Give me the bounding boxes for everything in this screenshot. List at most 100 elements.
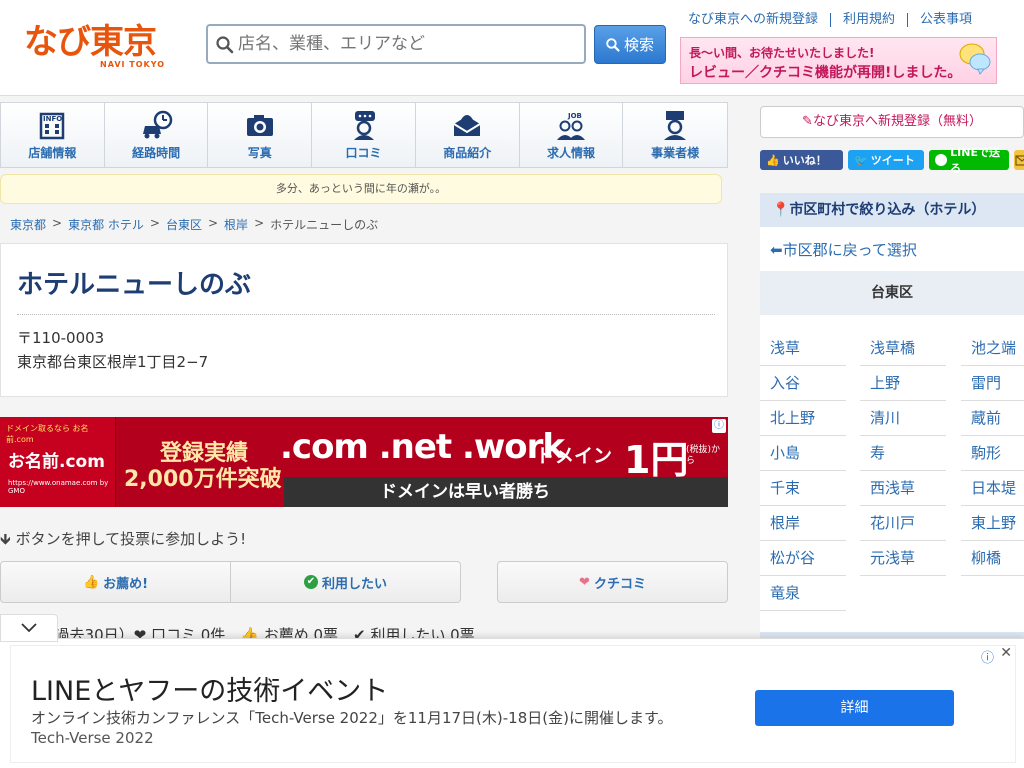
ad-record-count: 2,000万件突破 [124, 467, 282, 492]
tab-photos[interactable]: 写真 [208, 103, 313, 167]
check-circle-icon: ✔ [303, 575, 318, 589]
ad-info-icon[interactable]: ⓘ [712, 419, 726, 433]
back-to-district-link[interactable]: ⬅市区郡に戻って選択 [770, 239, 917, 260]
tab-reviews[interactable]: 口コミ [312, 103, 416, 167]
breadcrumb-negishi[interactable]: 根岸 [224, 216, 248, 233]
ad-price: 1円 [624, 438, 689, 482]
review-button[interactable]: ❤ クチコミ [497, 561, 728, 603]
area-link-kitaueno[interactable]: 北上野 [760, 401, 846, 436]
logo-text: なび東京 [24, 22, 157, 62]
area-link-matsugaya[interactable]: 松が谷 [760, 541, 846, 576]
area-link-asakusa[interactable]: 浅草 [760, 331, 846, 366]
area-link-iriya[interactable]: 入谷 [760, 366, 846, 401]
twitter-bird-icon: 🐦 [854, 153, 868, 167]
tab-route-time[interactable]: 経路時間 [105, 103, 209, 167]
breadcrumb-taito[interactable]: 台東区 [166, 216, 202, 233]
area-link-ueno[interactable]: 上野 [860, 366, 946, 401]
ad-brand-url: https://www.onamae.com by GMO [8, 479, 115, 495]
facebook-like-button[interactable]: 👍 いいね！ [760, 150, 843, 170]
bottom-anchor-ad[interactable]: LINEとヤフーの技術イベント オンライン技術カンファレンス「Tech-Vers… [0, 638, 1024, 768]
store-nav: INFO 店舗情報 経路時間 写真 口コミ 商品紹介 JOB 求人情報 事業者様 [0, 102, 728, 168]
area-link-yanagibashi[interactable]: 柳橋 [961, 541, 1024, 576]
mail-share-button[interactable] [1014, 150, 1024, 170]
area-link-nihonzutsumi[interactable]: 日本堤 [961, 471, 1024, 506]
person-chat-icon [353, 111, 375, 140]
area-link-kaminarimon[interactable]: 雷門 [961, 366, 1024, 401]
area-link-ryusen[interactable]: 竜泉 [760, 576, 846, 611]
area-link-kuramae[interactable]: 蔵前 [961, 401, 1024, 436]
want-to-use-button[interactable]: ✔ 利用したい [230, 561, 461, 603]
area-link-kiyokawa[interactable]: 清川 [860, 401, 946, 436]
ad-source: Tech-Verse 2022 [31, 729, 154, 747]
link-terms[interactable]: 利用規約 [831, 13, 909, 27]
area-filter-title: 市区町村で絞り込み（ホテル） [789, 202, 986, 218]
mail-icon [1015, 155, 1024, 166]
tab-label: 求人情報 [546, 146, 595, 160]
recommend-button[interactable]: 👍 お薦め! [0, 561, 231, 603]
search-icon [216, 36, 234, 54]
tab-label: 口コミ [345, 146, 382, 160]
logo-subtext: NAVI TOKYO [100, 60, 166, 69]
info-building-icon: INFO [40, 112, 65, 140]
ad-tagline: ドメインは早い者勝ち [284, 477, 728, 507]
ad-description: オンライン技術カンファレンス「Tech-Verse 2022」を11月17日(木… [31, 709, 673, 727]
breadcrumb-separator: > [149, 216, 160, 230]
review-banner-line1: 長〜い間、お待たせいたしました! [689, 46, 875, 60]
search-input[interactable] [238, 30, 578, 58]
tab-label: 事業者様 [651, 146, 700, 160]
ad-details-button[interactable]: 詳細 [755, 690, 954, 726]
area-link-senzoku[interactable]: 千束 [760, 471, 846, 506]
search-button[interactable]: 検索 [594, 25, 666, 64]
chevron-down-icon [21, 623, 37, 633]
tab-label: 店舗情報 [28, 146, 77, 160]
breadcrumb-tokyo-hotel[interactable]: 東京都 ホテル [68, 216, 144, 233]
area-link-kojima[interactable]: 小島 [760, 436, 846, 471]
search-icon [606, 37, 620, 52]
area-link-motoasakusa[interactable]: 元浅草 [860, 541, 946, 576]
tab-label: 経路時間 [132, 146, 181, 160]
domain-ad-banner[interactable]: ドメイン取るなら お名前.com お名前.com https://www.ona… [0, 417, 728, 507]
ad-title[interactable]: LINEとヤフーの技術イベント [31, 669, 388, 708]
svg-text:INFO: INFO [43, 115, 62, 123]
area-filter-header: 📍市区町村で絞り込み（ホテル） [760, 193, 1024, 227]
svg-text:JOB: JOB [567, 112, 582, 120]
speech-bubble-icon [959, 43, 991, 75]
ad-brand-name: お名前.com [8, 452, 105, 472]
area-filter-panel: 📍市区町村で絞り込み（ホテル） ⬅市区郡に戻って選択 台東区 浅草 浅草橋 池之… [760, 193, 1024, 643]
link-disclosure[interactable]: 公表事項 [908, 13, 972, 27]
thumbs-up-icon: 👍 [82, 574, 100, 590]
line-icon [935, 154, 948, 166]
twitter-tweet-button[interactable]: 🐦 ツイート [848, 150, 924, 170]
area-link-nishiasakusa[interactable]: 西浅草 [860, 471, 946, 506]
area-link-kotobuki[interactable]: 寿 [860, 436, 946, 471]
link-register[interactable]: なび東京への新規登録 [680, 13, 832, 27]
address: 東京都台東区根岸1丁目2−7 [17, 353, 209, 371]
tab-jobs[interactable]: JOB 求人情報 [520, 103, 624, 167]
area-link-negishi[interactable]: 根岸 [760, 506, 846, 541]
site-logo[interactable]: なび東京 NAVI TOKYO [24, 22, 174, 74]
ad-brand-block: ドメイン取るなら お名前.com お名前.com https://www.ona… [0, 417, 116, 507]
shop-owner-icon [664, 111, 687, 140]
collapse-ad-button[interactable] [0, 614, 58, 642]
sidebar-register-button[interactable]: ✎なび東京へ新規登録（無料） [760, 106, 1024, 138]
vote-hint: 🡻 ボタンを押して投票に参加しよう! [0, 528, 246, 554]
line-share-button[interactable]: LINEで送る [929, 146, 1009, 175]
area-link-hanakawado[interactable]: 花川戸 [860, 506, 946, 541]
area-link-ikenohata[interactable]: 池之端 [961, 331, 1024, 366]
ad-domain-word: ドメイン [536, 445, 613, 467]
ad-brand-tagline: ドメイン取るなら お名前.com [6, 424, 89, 444]
social-share-bar: 👍 いいね！ 🐦 ツイート LINEで送る [760, 146, 1024, 175]
tab-products[interactable]: 商品紹介 [416, 103, 520, 167]
area-link-asakusabashi[interactable]: 浅草橋 [860, 331, 946, 366]
tab-business-owners[interactable]: 事業者様 [623, 103, 727, 167]
review-reopen-banner[interactable]: 長〜い間、お待たせいたしました! レビュー／クチコミ機能が再開!しました。 [680, 37, 997, 84]
close-icon[interactable]: ✕ [1000, 645, 1012, 661]
area-link-higashiueno[interactable]: 東上野 [961, 506, 1024, 541]
tab-store-info[interactable]: INFO 店舗情報 [1, 103, 105, 167]
breadcrumb-tokyo[interactable]: 東京都 [10, 216, 46, 233]
ad-info-icon[interactable]: ⓘ [981, 647, 994, 666]
postal-code: 〒110-0003 [17, 329, 105, 347]
area-link-komagata[interactable]: 駒形 [961, 436, 1024, 471]
car-clock-icon [143, 110, 173, 139]
breadcrumb-separator: > [207, 216, 219, 230]
